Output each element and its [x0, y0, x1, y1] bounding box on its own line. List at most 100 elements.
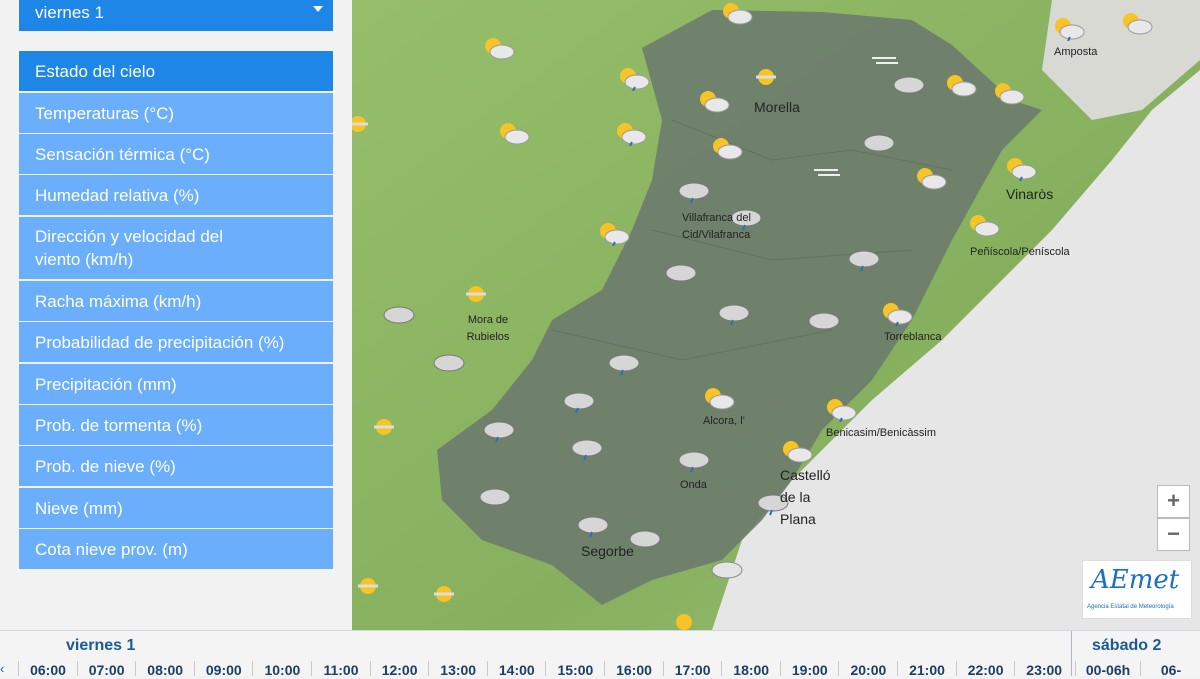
cloud-rain-icon: [607, 350, 641, 376]
cloud-icon: [664, 258, 698, 284]
menu-item-label: Dirección y velocidad del viento (km/h): [35, 227, 224, 269]
cloud-icon: [432, 348, 466, 374]
sun-cloud-rain-icon: [824, 396, 858, 422]
fog-icon: [810, 160, 844, 186]
timeline-hour[interactable]: 14:00: [486, 661, 546, 678]
cloud-rain-icon: [847, 246, 881, 272]
town-label: Torreblanca: [884, 331, 942, 343]
sidebar: viernes 1 Estado del cielo Temperaturas …: [0, 0, 352, 630]
menu-item-temperaturas[interactable]: Temperaturas (°C): [19, 93, 333, 133]
menu-item-label: Prob. de nieve (%): [35, 456, 176, 476]
sun-cloud-rain-icon: [1052, 15, 1086, 41]
weather-map[interactable]: Morella Vinaròs Amposta Villafranca del …: [352, 0, 1200, 630]
timeline-hour[interactable]: 17:00: [662, 661, 722, 678]
sun-cloud-icon: [992, 80, 1026, 106]
sun-cloud-icon: [914, 165, 948, 191]
sun-haze-icon: [370, 415, 404, 441]
sun-cloud-rain-icon: [880, 300, 914, 326]
sun-cloud-icon: [497, 120, 531, 146]
sun-haze-icon: [462, 282, 496, 308]
sun-cloud-icon: [967, 212, 1001, 238]
sun-cloud-icon: [780, 438, 814, 464]
timeline-slot[interactable]: 06-: [1140, 661, 1200, 678]
menu-item-cota-nieve[interactable]: Cota nieve prov. (m): [19, 529, 333, 569]
town-label: Peñíscola/Peníscola: [970, 246, 1070, 258]
sun-haze-icon: [354, 574, 388, 600]
menu-item-prob-precipitacion[interactable]: Probabilidad de precipitación (%): [19, 322, 333, 362]
cloud-rain-icon: [576, 512, 610, 538]
sun-cloud-icon: [710, 135, 744, 161]
town-label: Segorbe: [581, 543, 634, 559]
sun-cloud-icon: [697, 88, 731, 114]
menu-item-label: Sensación térmica (°C): [35, 144, 210, 164]
timeline-hour[interactable]: 22:00: [955, 661, 1015, 678]
sun-cloud-rain-icon: [614, 120, 648, 146]
timeline-hour[interactable]: 07:00: [76, 661, 136, 678]
timeline-slot[interactable]: 00-06h: [1075, 661, 1140, 678]
cloud-icon: [382, 300, 416, 326]
timeline: ‹ viernes 1 sábado 2 06:00 07:00 08:00 09:0…: [0, 630, 1200, 678]
aemet-logo[interactable]: AEmet Agencia Estatal de Meteorología: [1082, 560, 1192, 619]
menu-item-prob-tormenta[interactable]: Prob. de tormenta (%): [19, 405, 333, 445]
timeline-hour[interactable]: 19:00: [779, 661, 839, 678]
timeline-hour[interactable]: 08:00: [135, 661, 194, 678]
zoom-in-button[interactable]: +: [1157, 485, 1190, 518]
sun-cloud-rain-icon: [597, 220, 631, 246]
menu-item-label: Probabilidad de precipitación (%): [35, 332, 285, 352]
cloud-rain-icon: [677, 178, 711, 204]
sun-cloud-icon: [1120, 10, 1154, 36]
timeline-hour[interactable]: 10:00: [252, 661, 311, 678]
logo-subtitle: Agencia Estatal de Meteorología: [1087, 604, 1174, 610]
menu-item-label: Nieve (mm): [35, 498, 123, 518]
menu-item-precipitacion[interactable]: Precipitación (mm): [19, 364, 333, 404]
sun-cloud-icon: [720, 0, 754, 26]
timeline-prev-arrow[interactable]: ‹: [0, 661, 4, 676]
sun-cloud-icon: [944, 72, 978, 98]
cloud-rain-icon: [562, 388, 596, 414]
menu-item-racha[interactable]: Racha máxima (km/h): [19, 281, 333, 321]
cloud-rain-icon: [482, 417, 516, 443]
zoom-out-button[interactable]: −: [1157, 518, 1190, 551]
menu-item-humedad[interactable]: Humedad relativa (%): [19, 175, 333, 215]
menu-item-viento[interactable]: Dirección y velocidad del viento (km/h): [19, 217, 333, 279]
menu-item-label: Precipitación (mm): [35, 374, 177, 394]
town-label: Alcora, l': [703, 415, 745, 427]
timeline-hour[interactable]: 21:00: [897, 661, 956, 678]
logo-wordmark: AEmet: [1091, 565, 1180, 595]
menu-item-sensacion-termica[interactable]: Sensación térmica (°C): [19, 134, 333, 174]
town-label: Vinaròs: [1006, 186, 1054, 202]
timeline-hour[interactable]: 15:00: [545, 661, 604, 678]
timeline-hour[interactable]: 18:00: [721, 661, 780, 678]
cloud-icon: [807, 306, 841, 332]
timeline-hour[interactable]: 13:00: [428, 661, 487, 678]
timeline-hour[interactable]: 23:00: [1014, 661, 1073, 678]
timeline-hour[interactable]: 11:00: [311, 661, 370, 678]
sun-cloud-rain-icon: [617, 65, 651, 91]
timeline-hour[interactable]: 12:00: [369, 661, 429, 678]
sun-icon: [670, 606, 704, 630]
sun-haze-icon: [352, 112, 386, 138]
town-label: Mora de Rubielos: [466, 314, 510, 343]
town-label: Benicasim/Benicàssim: [826, 427, 937, 439]
town-label: Villafranca del Cid/Vilafranca: [682, 212, 751, 241]
menu-item-nieve[interactable]: Nieve (mm): [19, 488, 333, 528]
timeline-hour[interactable]: 16:00: [604, 661, 663, 678]
cloud-icon: [710, 555, 744, 581]
menu-item-label: Racha máxima (km/h): [35, 291, 202, 311]
menu-item-prob-nieve[interactable]: Prob. de nieve (%): [19, 446, 333, 486]
menu-item-label: Temperaturas (°C): [35, 103, 175, 123]
day-dropdown-value: viernes 1: [35, 3, 104, 22]
timeline-hour[interactable]: 06:00: [18, 661, 77, 678]
sun-haze-icon: [752, 65, 786, 91]
cloud-icon: [862, 128, 896, 154]
cloud-rain-icon: [717, 300, 751, 326]
sun-haze-icon: [430, 582, 464, 608]
timeline-hour[interactable]: 20:00: [838, 661, 897, 678]
menu-item-label: Humedad relativa (%): [35, 185, 200, 205]
town-label: Morella: [754, 99, 800, 115]
day-dropdown[interactable]: viernes 1: [19, 0, 333, 31]
menu-item-estado-cielo[interactable]: Estado del cielo: [19, 51, 333, 91]
timeline-hour[interactable]: 09:00: [193, 661, 253, 678]
sun-cloud-rain-icon: [1004, 155, 1038, 181]
town-label: Castelló de la Plana: [780, 467, 831, 527]
